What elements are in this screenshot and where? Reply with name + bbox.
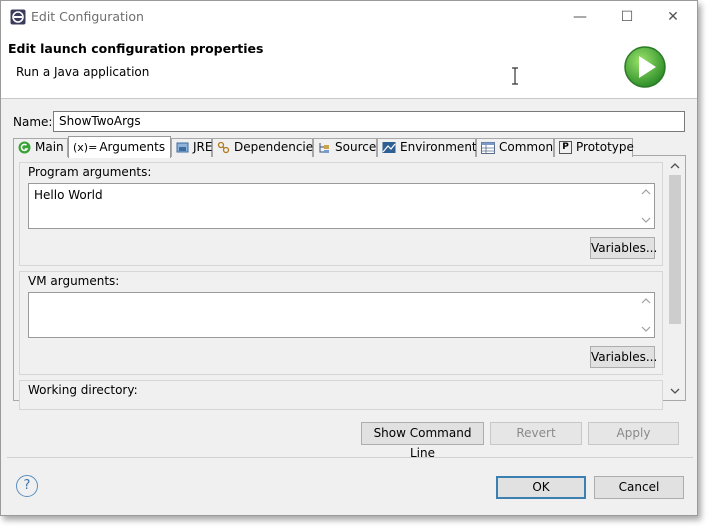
scroll-up-icon[interactable] [641,188,651,196]
tab-dependencies-label: Dependencies [234,140,320,154]
tab-strip: Main (x)= Arguments JRE Dependencies Sour… [13,136,686,158]
edit-configuration-dialog: Edit Configuration — ☐ ✕ Edit launch con… [0,0,698,516]
arguments-icon: (x)= [73,140,98,154]
scroll-down-icon[interactable] [641,216,651,224]
tab-content-panel: Program arguments: Hello World Variables… [13,155,686,410]
tab-environment-label: Environment [400,140,477,154]
tab-common[interactable]: Common [476,138,554,157]
minimize-button[interactable]: — [566,6,594,28]
banner-title: Edit launch configuration properties [8,41,264,56]
help-icon[interactable]: ? [16,475,38,497]
main-icon [18,141,31,154]
program-arguments-value: Hello World [34,188,103,202]
cancel-button[interactable]: Cancel [594,476,684,499]
prototype-icon: P [559,141,572,154]
scroll-down-icon[interactable] [670,387,680,395]
footer-separator [7,457,693,458]
title-bar[interactable]: Edit Configuration — ☐ ✕ [1,1,697,33]
jre-icon [176,142,189,153]
run-icon [624,46,666,88]
tab-source[interactable]: Source [313,138,377,157]
program-arguments-input[interactable]: Hello World [28,183,655,229]
ok-button[interactable]: OK [496,476,586,499]
tab-main[interactable]: Main [13,138,68,157]
apply-button[interactable]: Apply [588,422,679,445]
tab-jre[interactable]: JRE [171,138,212,157]
dependencies-icon [217,141,230,154]
tab-source-label: Source [335,140,377,154]
scroll-up-icon[interactable] [670,162,680,170]
vm-arguments-group: VM arguments: Variables... [19,271,663,375]
eclipse-app-icon [10,9,26,25]
panel-scrollbar-thumb[interactable] [669,175,681,324]
tab-jre-label: JRE [193,140,213,154]
vm-arguments-label: VM arguments: [28,274,120,288]
close-button[interactable]: ✕ [659,6,687,28]
tab-main-label: Main [35,140,64,154]
program-arguments-scrollbar[interactable] [639,185,653,227]
tab-dependencies[interactable]: Dependencies [212,138,319,157]
banner-subtitle: Run a Java application [16,65,150,79]
working-directory-group: Working directory: [19,380,663,410]
window-title: Edit Configuration [31,9,144,24]
name-input[interactable]: ShowTwoArgs [53,111,685,132]
tab-common-label: Common [499,140,554,154]
source-icon [319,143,329,153]
tab-prototype-label: Prototype [576,140,634,154]
tab-arguments[interactable]: (x)= Arguments [68,136,171,158]
environment-icon [382,142,396,153]
show-command-line-button[interactable]: Show Command Line [361,422,484,460]
tab-arguments-label: Arguments [99,140,166,154]
tab-prototype[interactable]: P Prototype [554,138,634,157]
tab-environment[interactable]: Environment [377,138,477,157]
program-arguments-label: Program arguments: [28,165,152,179]
working-directory-label: Working directory: [28,383,138,397]
program-variables-button[interactable]: Variables... [590,237,657,259]
program-arguments-group: Program arguments: Hello World Variables… [19,162,663,266]
vm-variables-button[interactable]: Variables... [590,346,657,368]
revert-button[interactable]: Revert [490,422,582,445]
text-cursor-icon [512,67,518,85]
common-icon [481,141,495,154]
scroll-down-icon[interactable] [641,325,651,333]
vm-arguments-scrollbar[interactable] [639,294,653,336]
vm-arguments-input[interactable] [28,292,655,338]
scroll-up-icon[interactable] [641,297,651,305]
name-label: Name: [13,115,53,129]
maximize-button[interactable]: ☐ [613,6,641,28]
